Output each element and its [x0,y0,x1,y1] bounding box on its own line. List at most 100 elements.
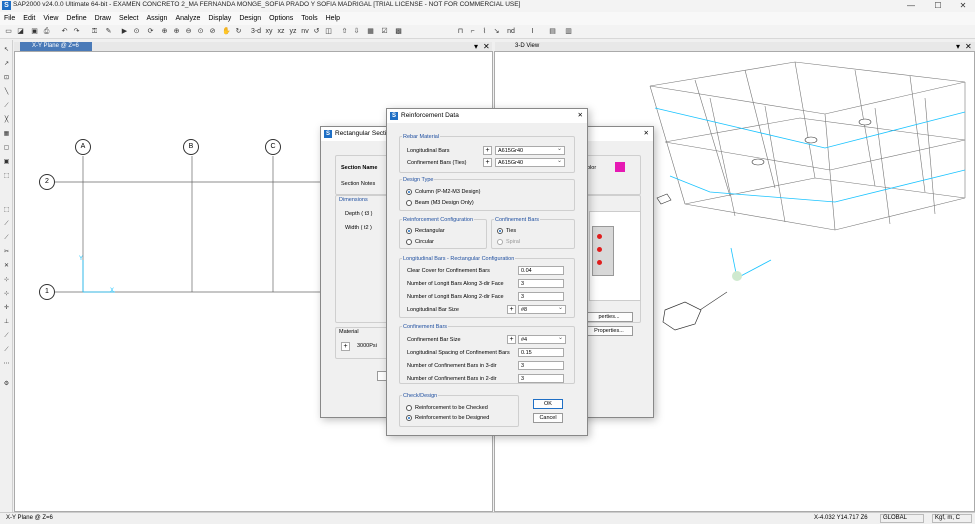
tab-3d-view[interactable]: 3-D View [503,42,553,51]
menu-help[interactable]: Help [322,12,344,25]
longit-2dir-input[interactable]: 3 [518,292,564,301]
coord-system-select[interactable]: GLOBAL [880,514,924,523]
draw-area-icon[interactable]: ▦ [2,130,11,139]
longit-3dir-input[interactable]: 3 [518,279,564,288]
clear-cover-input[interactable]: 0.04 [518,266,564,275]
to-be-designed-radio[interactable] [406,415,412,421]
zoom-extents-icon[interactable]: ⊙ [196,27,205,36]
draw-joint-icon[interactable]: ⊡ [2,74,11,83]
draw-frame-icon[interactable]: ╲ [2,88,11,97]
snap-grid-icon[interactable]: ⋯ [2,360,11,369]
pan-hand-icon[interactable]: ✋ [222,27,231,36]
set-display-icon[interactable]: ▤ [548,27,557,36]
rotate-icon[interactable]: ↻ [234,27,243,36]
left-pane-pin-icon[interactable]: ▾ [474,42,478,51]
reshaper-icon[interactable]: ↗ [2,60,11,69]
pointer-icon[interactable]: ↖ [2,46,11,55]
confinement-material-add[interactable]: + [483,158,492,167]
view-nd-button[interactable]: nd [506,27,516,36]
spiral-radio[interactable] [497,239,503,245]
material-add-button[interactable]: + [341,342,350,351]
view-xz-button[interactable]: xz [276,27,286,36]
menu-view[interactable]: View [39,12,62,25]
minimize-button[interactable]: — [898,0,924,12]
zoom-window-icon[interactable]: ⊕ [160,27,169,36]
check-icon[interactable]: ☑ [380,27,389,36]
select-line-icon[interactable]: ⟋ [2,234,11,243]
conf-bar-size-add[interactable]: + [507,335,516,344]
conf-2dir-input[interactable]: 3 [518,374,564,383]
snap-intersect-icon[interactable]: ✛ [2,304,11,313]
longit-bar-size-select[interactable]: #8 [518,304,566,314]
view-xy-button[interactable]: xy [264,27,274,36]
zoom-in-icon[interactable]: ⊕ [172,27,181,36]
run-now-icon[interactable]: ⊙ [132,27,141,36]
select-window-icon[interactable]: ⬚ [2,206,11,215]
close-window-button[interactable]: ✕ [950,0,975,12]
menu-assign[interactable]: Assign [142,12,171,25]
maximize-button[interactable]: ☐ [925,0,951,12]
select-intersect-icon[interactable]: ⟋ [2,220,11,229]
snap-lines-icon[interactable]: ⟋ [2,332,11,341]
view-3d-button[interactable]: 3-d [250,27,262,36]
spring-icon[interactable]: ⌇ [480,27,489,36]
menu-design[interactable]: Design [235,12,265,25]
move-down-icon[interactable]: ⇩ [352,27,361,36]
section-properties-button[interactable]: perties... [585,312,633,322]
beam-design-radio[interactable] [406,200,412,206]
link-icon[interactable]: ↘ [492,27,501,36]
pencil-icon[interactable]: ✎ [104,27,113,36]
ties-radio[interactable] [497,228,503,234]
snap-ends-icon[interactable]: ⊹ [2,290,11,299]
grid-options-icon[interactable]: ▩ [394,27,403,36]
color-swatch[interactable] [615,162,625,172]
clear-selection-icon[interactable]: ✕ [2,262,11,271]
menu-define[interactable]: Define [62,12,90,25]
menu-file[interactable]: File [0,12,19,25]
material-value[interactable]: 3000Psi [355,342,387,351]
draw-brace-icon[interactable]: ╳ [2,116,11,125]
menu-draw[interactable]: Draw [91,12,115,25]
snap-fine-icon[interactable]: ⟋ [2,346,11,355]
view-yz-button[interactable]: yz [288,27,298,36]
move-up-icon[interactable]: ⇧ [340,27,349,36]
ok-button[interactable]: OK [533,399,563,409]
cancel-button[interactable]: Cancel [533,413,563,423]
open-file-icon[interactable]: ◪ [16,27,25,36]
menu-options[interactable]: Options [265,12,297,25]
print-icon[interactable]: ⎙ [42,27,51,36]
bracket-icon[interactable]: ⌐ [468,27,477,36]
rectangular-radio[interactable] [406,228,412,234]
units-select[interactable]: Kgf, m, C [932,514,972,523]
longitudinal-material-add[interactable]: + [483,146,492,155]
snap-perp-icon[interactable]: ⊥ [2,318,11,327]
zoom-out-icon[interactable]: ⊖ [184,27,193,36]
reinf-dialog-close-button[interactable]: ✕ [578,109,583,123]
zoom-previous-icon[interactable]: ⊘ [208,27,217,36]
snap-points-icon[interactable]: ⊹ [2,276,11,285]
menu-select[interactable]: Select [115,12,142,25]
conf-3dir-input[interactable]: 3 [518,361,564,370]
display-options-icon[interactable]: ▥ [564,27,573,36]
run-analysis-icon[interactable]: ▶ [120,27,129,36]
redo-icon[interactable]: ↷ [72,27,81,36]
right-pane-pin-icon[interactable]: ▾ [956,42,960,51]
draw-rect-area-icon[interactable]: ▢ [2,144,11,153]
select-all-icon[interactable]: ▦ [366,27,375,36]
view-nv-button[interactable]: nv [300,27,310,36]
conf-spacing-input[interactable]: 0.15 [518,348,564,357]
new-file-icon[interactable]: ▭ [4,27,13,36]
property-modifiers-button[interactable]: Properties... [585,326,633,336]
left-pane-close-button[interactable]: ✕ [483,42,490,51]
save-icon[interactable]: ▣ [30,27,39,36]
rotate-left-icon[interactable]: ↺ [312,27,321,36]
menu-analyze[interactable]: Analyze [171,12,204,25]
to-be-checked-radio[interactable] [406,405,412,411]
right-pane-close-button[interactable]: ✕ [965,42,972,51]
text-cursor-icon[interactable]: I [528,27,537,36]
deselect-icon[interactable]: ✂ [2,248,11,257]
conf-bar-size-select[interactable]: #4 [518,334,566,344]
refresh-icon[interactable]: ⟳ [146,27,155,36]
longit-bar-size-add[interactable]: + [507,305,516,314]
undo-icon[interactable]: ↶ [60,27,69,36]
